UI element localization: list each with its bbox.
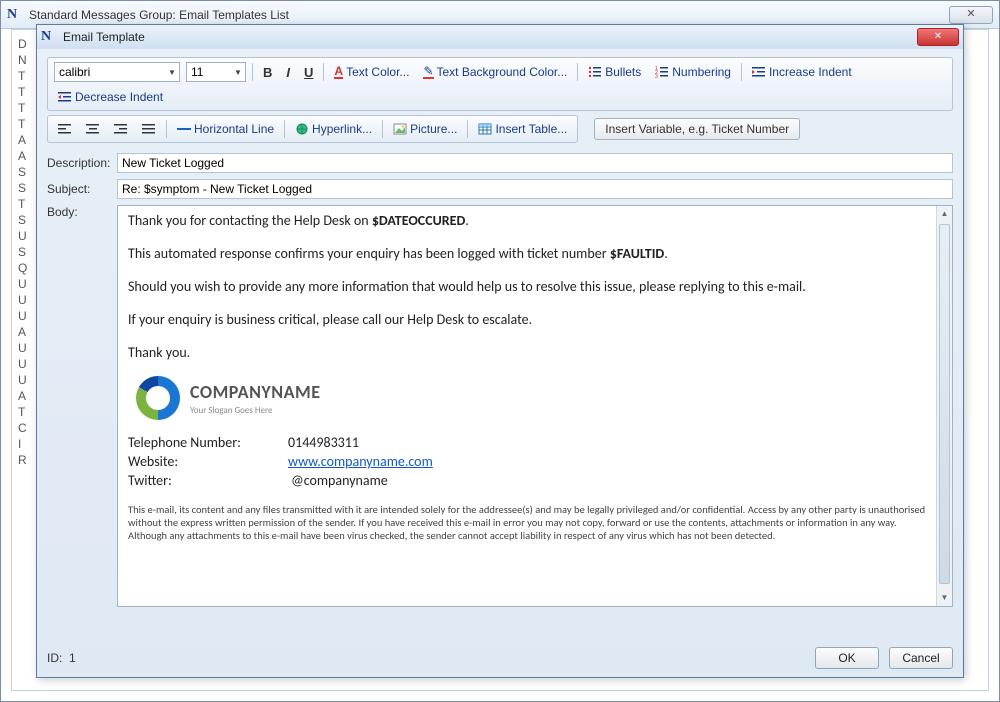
body-paragraph: This automated response confirms your en…	[128, 245, 926, 264]
dialog-icon: N	[41, 29, 57, 45]
parent-close-button[interactable]: ✕	[949, 6, 993, 24]
align-left-button[interactable]	[54, 120, 76, 138]
align-left-icon	[58, 122, 72, 136]
body-editor[interactable]: Thank you for contacting the Help Desk o…	[117, 205, 953, 607]
contact-telephone: Telephone Number:0144983311	[128, 434, 926, 453]
separator	[467, 120, 468, 138]
text-color-icon: A	[334, 65, 343, 79]
scroll-thumb[interactable]	[939, 224, 950, 584]
body-label: Body:	[47, 205, 117, 607]
separator	[323, 63, 324, 81]
align-justify-button[interactable]	[138, 120, 160, 138]
indent-increase-icon	[752, 65, 766, 79]
horizontal-line-button[interactable]: Horizontal Line	[173, 120, 278, 138]
insert-variable-button[interactable]: Insert Variable, e.g. Ticket Number	[594, 118, 800, 140]
body-paragraph: If your enquiry is business critical, pl…	[128, 311, 926, 330]
decrease-indent-button[interactable]: Decrease Indent	[54, 88, 167, 106]
dialog-titlebar[interactable]: N Email Template ✕	[37, 25, 963, 49]
align-center-icon	[86, 122, 100, 136]
numbering-icon: 123	[655, 65, 669, 79]
body-row: Body: Thank you for contacting the Help …	[47, 205, 953, 607]
insert-toolbar: Horizontal Line Hyperlink... Picture... …	[47, 115, 578, 143]
separator	[166, 120, 167, 138]
company-logo-icon	[136, 376, 180, 420]
align-justify-icon	[142, 122, 156, 136]
body-content[interactable]: Thank you for contacting the Help Desk o…	[118, 206, 936, 606]
body-scrollbar[interactable]: ▲ ▼	[936, 206, 952, 606]
table-icon	[478, 122, 492, 136]
chevron-down-icon[interactable]: ▼	[231, 68, 245, 77]
align-right-icon	[114, 122, 128, 136]
app-icon: N	[7, 7, 23, 23]
formatting-toolbar: ▼ ▼ B I U A Text Color... ✎ Text Backgro…	[47, 57, 953, 111]
font-size-combo[interactable]: ▼	[186, 62, 246, 82]
disclaimer-text: This e-mail, its content and any files t…	[128, 503, 926, 542]
insert-toolbar-row: Horizontal Line Hyperlink... Picture... …	[47, 115, 953, 143]
body-paragraph: Thank you for contacting the Help Desk o…	[128, 212, 926, 231]
body-paragraph: Should you wish to provide any more info…	[128, 278, 926, 297]
separator	[577, 63, 578, 81]
separator	[382, 120, 383, 138]
font-size-input[interactable]	[187, 63, 231, 81]
description-row: Description:	[47, 153, 953, 173]
globe-link-icon	[295, 122, 309, 136]
scroll-down-arrow[interactable]: ▼	[937, 590, 952, 606]
cancel-button[interactable]: Cancel	[889, 647, 953, 669]
dialog-body: ▼ ▼ B I U A Text Color... ✎ Text Backgro…	[37, 49, 963, 677]
font-name-input[interactable]	[55, 63, 165, 81]
picture-button[interactable]: Picture...	[389, 120, 461, 138]
email-template-dialog: N Email Template ✕ ▼ ▼ B I U A Text Colo…	[36, 24, 964, 678]
underline-button[interactable]: U	[300, 63, 317, 82]
id-label: ID: 1	[47, 651, 76, 665]
dialog-title: Email Template	[63, 30, 145, 44]
parent-title: Standard Messages Group: Email Templates…	[29, 8, 289, 22]
hr-icon	[177, 128, 191, 130]
subject-label: Subject:	[47, 182, 117, 196]
increase-indent-button[interactable]: Increase Indent	[748, 63, 856, 81]
bullets-icon	[588, 65, 602, 79]
separator	[252, 63, 253, 81]
text-bg-color-button[interactable]: ✎ Text Background Color...	[419, 63, 571, 81]
bold-button[interactable]: B	[259, 63, 276, 82]
dialog-footer: ID: 1 OK Cancel	[47, 647, 953, 669]
chevron-down-icon[interactable]: ▼	[165, 68, 179, 77]
contact-website: Website:www.companyname.com	[128, 453, 926, 472]
subject-row: Subject:	[47, 179, 953, 199]
body-paragraph: Thank you.	[128, 344, 926, 363]
separator	[284, 120, 285, 138]
text-color-button[interactable]: A Text Color...	[330, 63, 413, 81]
description-input[interactable]	[117, 153, 953, 173]
numbering-button[interactable]: 123 Numbering	[651, 63, 735, 81]
svg-text:3: 3	[655, 74, 658, 79]
contact-twitter: Twitter: @companyname	[128, 472, 926, 491]
company-logo-block: COMPANYNAME Your Slogan Goes Here	[136, 376, 926, 420]
dialog-close-button[interactable]: ✕	[917, 28, 959, 46]
description-label: Description:	[47, 156, 117, 170]
align-center-button[interactable]	[82, 120, 104, 138]
indent-decrease-icon	[58, 90, 72, 104]
ok-button[interactable]: OK	[815, 647, 879, 669]
company-logo-text: COMPANYNAME Your Slogan Goes Here	[190, 380, 321, 416]
picture-icon	[393, 122, 407, 136]
insert-table-button[interactable]: Insert Table...	[474, 120, 571, 138]
scroll-up-arrow[interactable]: ▲	[937, 206, 952, 222]
font-name-combo[interactable]: ▼	[54, 62, 180, 82]
highlight-icon: ✎	[423, 65, 433, 79]
subject-input[interactable]	[117, 179, 953, 199]
separator	[741, 63, 742, 81]
bullets-button[interactable]: Bullets	[584, 63, 645, 81]
italic-button[interactable]: I	[282, 63, 294, 82]
align-right-button[interactable]	[110, 120, 132, 138]
website-link[interactable]: www.companyname.com	[288, 453, 433, 472]
hyperlink-button[interactable]: Hyperlink...	[291, 120, 376, 138]
